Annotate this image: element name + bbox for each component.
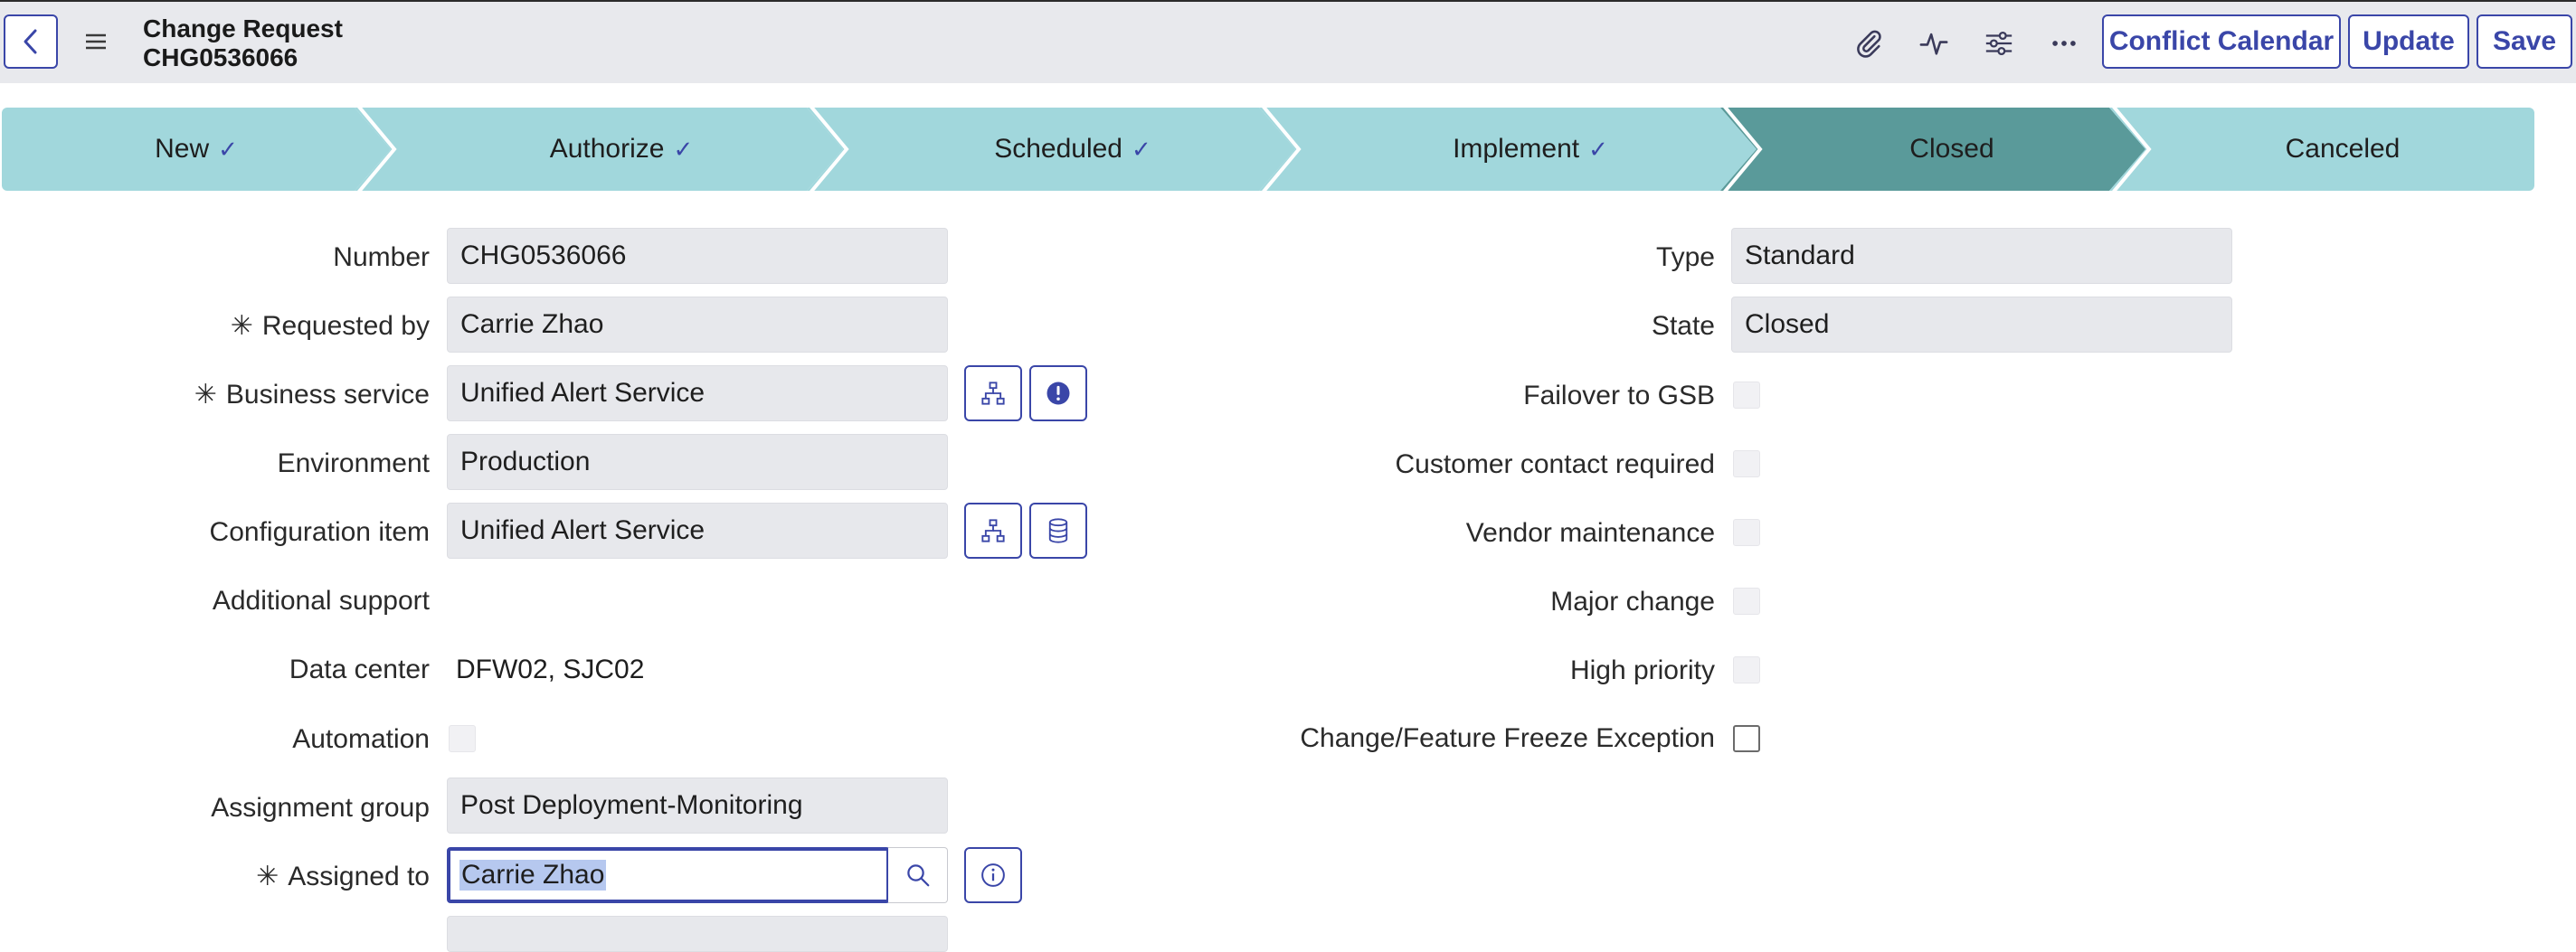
failover-to-gsb-checkbox[interactable] [1733,382,1760,409]
activity-icon [1919,33,1948,55]
back-button[interactable] [4,14,58,69]
hamburger-menu-icon [86,33,106,50]
vendor-maintenance-checkbox[interactable] [1733,519,1760,546]
next-row-field[interactable] [447,916,948,952]
personalize-button[interactable] [1981,25,2017,61]
freeze-exception-checkbox[interactable] [1733,725,1760,752]
business-service-label: ✳ Business service [194,380,430,410]
state-label: State [1651,311,1715,341]
environment-label: Environment [277,448,430,478]
update-button[interactable]: Update [2348,14,2469,69]
record-number-title: CHG0536066 [143,43,298,71]
assigned-to-label: ✳ Assigned to [256,862,430,891]
stage-scheduled[interactable]: Scheduled ✓ [850,108,1295,191]
stage-authorize[interactable]: Authorize ✓ [400,108,843,191]
more-icon [2052,41,2076,46]
automation-label: Automation [292,724,430,754]
vendor-maintenance-label: Vendor maintenance [1465,518,1715,548]
process-flow: New ✓ Authorize ✓ Scheduled ✓ Implement ✓ Cl… [2,108,2534,191]
major-change-checkbox[interactable] [1733,588,1760,615]
paperclip-icon [1857,30,1881,58]
info-icon [981,863,1005,887]
stage-new-label: New [155,134,210,164]
number-field[interactable]: CHG0536066 [447,228,948,284]
required-icon: ✳ [194,380,217,410]
business-service-alert-button[interactable] [1029,365,1087,421]
check-icon: ✓ [218,135,238,163]
business-service-map-button[interactable] [964,365,1022,421]
assigned-to-value: Carrie Zhao [459,860,607,891]
assignment-group-field[interactable]: Post Deployment-Monitoring [447,778,948,834]
stage-closed[interactable]: Closed [1762,108,2142,191]
major-change-label: Major change [1550,587,1715,617]
data-center-value: DFW02, SJC02 [456,655,645,684]
customer-contact-required-label: Customer contact required [1395,449,1716,479]
configuration-item-field[interactable]: Unified Alert Service [447,503,948,559]
number-label: Number [333,242,430,272]
type-label: Type [1655,242,1715,272]
state-field[interactable]: Closed [1731,297,2232,353]
assigned-to-lookup-button[interactable] [888,847,948,903]
high-priority-label: High priority [1569,655,1715,685]
assigned-to-input[interactable]: Carrie Zhao [447,847,890,903]
check-icon: ✓ [673,135,694,163]
check-icon: ✓ [1132,135,1151,163]
configuration-item-label: Configuration item [209,517,430,547]
hamburger-menu-button[interactable] [80,25,112,58]
database-icon [1048,518,1068,543]
requested-by-label: ✳ Requested by [230,311,430,341]
data-center-label: Data center [289,655,430,684]
stage-authorize-label: Authorize [549,134,665,164]
requested-by-field[interactable]: Carrie Zhao [447,297,948,353]
assignment-group-label: Assignment group [211,793,430,823]
required-icon: ✳ [256,862,279,891]
dependency-map-icon [981,519,1005,542]
conflict-calendar-button[interactable]: Conflict Calendar [2102,14,2341,69]
environment-field[interactable]: Production [447,434,948,490]
stage-scheduled-label: Scheduled [994,134,1122,164]
stage-implement[interactable]: Implement ✓ [1304,108,1757,191]
record-title: Change Request CHG0536066 [143,14,343,72]
settings-sliders-icon [1985,31,2012,56]
record-type-title: Change Request [143,14,343,42]
failover-to-gsb-label: Failover to GSB [1523,381,1715,410]
assigned-to-info-button[interactable] [964,847,1022,903]
form-header: Change Request CHG0536066 Conflict Calen… [0,0,2576,83]
stage-new[interactable]: New ✓ [2,108,391,191]
alert-icon [1046,382,1070,405]
save-button[interactable]: Save [2477,14,2572,69]
attachment-button[interactable] [1851,25,1887,61]
automation-checkbox[interactable] [449,725,476,752]
configuration-item-map-button[interactable] [964,503,1022,559]
additional-support-label: Additional support [212,586,430,616]
more-options-button[interactable] [2046,25,2082,61]
stage-closed-label: Closed [1909,134,1994,164]
activity-button[interactable] [1916,25,1952,61]
type-field[interactable]: Standard [1731,228,2232,284]
stage-canceled[interactable]: Canceled [2151,108,2534,191]
stage-implement-label: Implement [1453,134,1580,164]
stage-canceled-label: Canceled [2285,134,2401,164]
high-priority-checkbox[interactable] [1733,656,1760,683]
business-service-field[interactable]: Unified Alert Service [447,365,948,421]
back-icon [24,29,37,54]
search-icon [906,864,929,887]
customer-contact-required-checkbox[interactable] [1733,450,1760,477]
freeze-exception-label: Change/Feature Freeze Exception [1300,723,1715,753]
required-icon: ✳ [230,311,253,341]
dependency-map-icon [981,382,1005,405]
configuration-item-database-button[interactable] [1029,503,1087,559]
check-icon: ✓ [1588,135,1608,163]
